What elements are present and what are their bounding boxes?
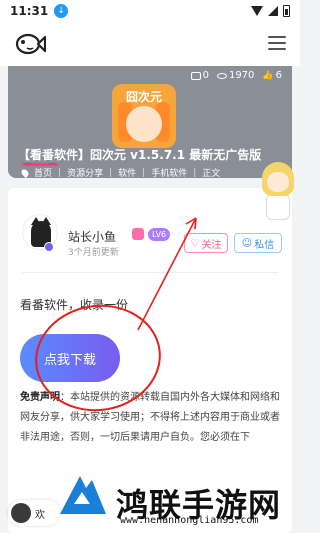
breadcrumb-resource-share[interactable]: 资源分享 <box>67 166 103 178</box>
post-summary: 看番软件，收录一份 <box>20 298 129 312</box>
follow-button[interactable]: ♡ 关注 <box>184 233 228 253</box>
post-stats: 0 1970 👍 6 <box>190 70 282 81</box>
welcome-avatar <box>11 503 31 523</box>
menu-icon[interactable] <box>268 36 286 50</box>
mascot-character[interactable] <box>258 160 298 224</box>
status-icons <box>251 5 290 17</box>
post-title: 【看番软件】囧次元 v1.5.7.1 最新无广告版 <box>18 148 262 162</box>
battery-icon <box>283 5 290 17</box>
post-updated-time: 3个月前更新 <box>68 248 119 258</box>
heart-icon: ♡ <box>190 237 200 249</box>
breadcrumb-mobile-software[interactable]: 手机软件 <box>151 166 187 178</box>
eye-icon <box>216 72 227 79</box>
fish-logo-icon[interactable] <box>14 28 46 60</box>
breadcrumb-home[interactable]: 首页 <box>34 166 52 178</box>
comment-icon <box>190 71 201 80</box>
private-message-button[interactable]: ☺ 私信 <box>234 233 282 253</box>
location-pin-icon <box>20 167 30 178</box>
site-header <box>0 22 300 66</box>
level-badge: LV6 <box>148 228 171 241</box>
thumbs-up-icon: 👍 <box>262 70 274 81</box>
app-icon-text: 囧次元 <box>125 90 162 104</box>
like-count: 👍 6 <box>262 70 282 81</box>
breadcrumb-current: 正文 <box>202 169 221 178</box>
author-name[interactable]: 站长小鱼 <box>68 228 116 245</box>
welcome-widget[interactable]: 欢 <box>8 500 60 526</box>
chat-icon: ☺ <box>241 237 253 249</box>
download-button[interactable]: 点我下载 <box>20 334 120 382</box>
divider <box>22 272 278 273</box>
download-notification-icon: ↓ <box>54 4 69 18</box>
wifi-icon <box>251 6 263 16</box>
status-bar: 11:31 ↓ <box>0 0 300 22</box>
breadcrumb: 首页 | 资源分享 | 软件 | 手机软件 | 正文 <box>20 166 221 178</box>
disclaimer: 免责声明：本站提供的资源转载自国内外各大媒体和网络和网友分享，供大家学习使用；不… <box>20 388 282 448</box>
gift-icon <box>132 228 144 240</box>
app-icon-image: 囧次元 <box>112 84 176 148</box>
watermark-logo-icon <box>60 476 106 514</box>
signal-icon <box>268 6 278 16</box>
watermark-url: www.henanhonglian95.com <box>120 515 259 526</box>
welcome-label: 欢 <box>35 509 45 521</box>
disclaimer-label: 免责声明 <box>20 392 60 403</box>
verified-badge-icon <box>44 242 54 252</box>
view-count: 1970 <box>216 70 254 81</box>
status-time: 11:31 <box>10 4 49 18</box>
post-hero-banner: 0 1970 👍 6 囧次元 【看番软件】囧次元 v1.5.7.1 最新无广告版 … <box>8 66 292 178</box>
breadcrumb-software[interactable]: 软件 <box>118 166 136 178</box>
comment-count: 0 <box>190 70 209 81</box>
